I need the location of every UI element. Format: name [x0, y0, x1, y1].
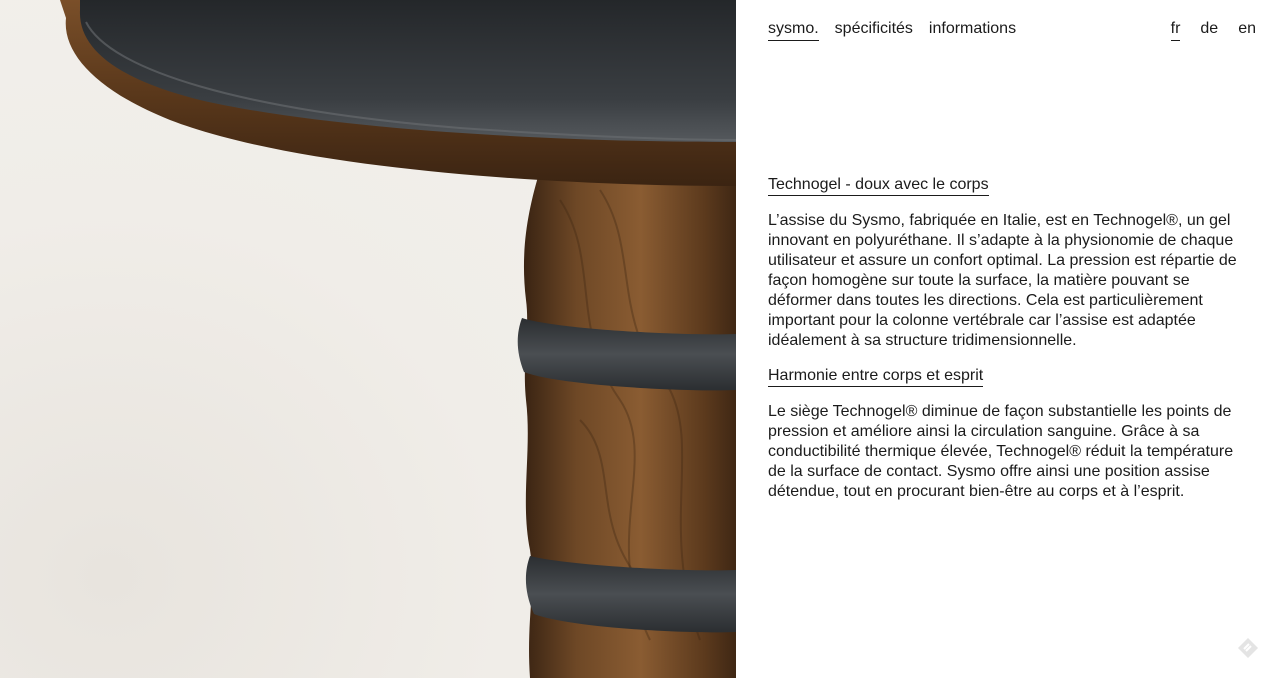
- lang-de[interactable]: de: [1200, 18, 1218, 41]
- main-nav: sysmo. spécificités informations: [768, 18, 1016, 41]
- section-text-harmonie: Le siège Technogel® diminue de façon sub…: [768, 403, 1234, 500]
- language-switcher: fr de en: [1170, 18, 1256, 41]
- section-heading-technogel: Technogel - doux avec le corps: [768, 175, 989, 196]
- article-content: Technogel - doux avec le corps L’assise …: [768, 175, 1252, 517]
- wooden-stool-illustration: [60, 0, 736, 678]
- section-text-technogel: L’assise du Sysmo, fabriquée en Italie, …: [768, 212, 1237, 349]
- product-photo: [0, 0, 736, 678]
- nav-item-sysmo[interactable]: sysmo.: [768, 18, 819, 41]
- lang-en[interactable]: en: [1238, 18, 1256, 41]
- diamond-badge-icon[interactable]: [1236, 636, 1260, 660]
- info-panel: sysmo. spécificités informations fr de e…: [736, 0, 1280, 678]
- nav-item-informations[interactable]: informations: [929, 18, 1016, 41]
- lang-fr[interactable]: fr: [1170, 18, 1181, 41]
- section-heading-harmonie: Harmonie entre corps et esprit: [768, 366, 984, 387]
- nav-item-specificites[interactable]: spécificités: [835, 18, 913, 41]
